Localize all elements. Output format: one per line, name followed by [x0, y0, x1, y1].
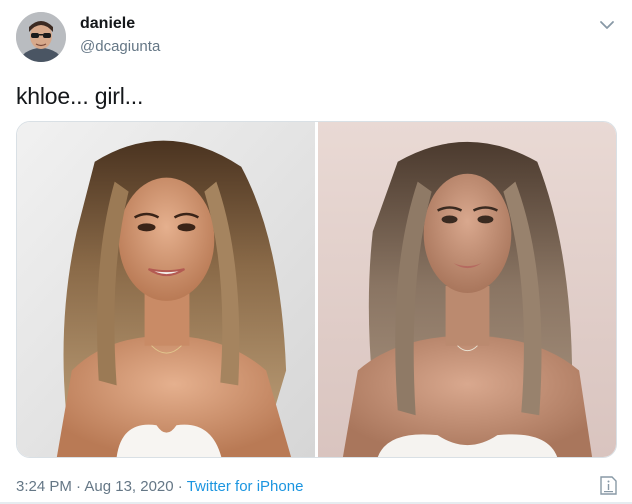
tweet-timestamp[interactable]: 3:24 PM · Aug 13, 2020 [16, 478, 174, 495]
chevron-down-icon[interactable] [596, 14, 618, 36]
media-photo-left[interactable] [17, 122, 315, 457]
tweet-media [16, 121, 617, 458]
avatar[interactable] [16, 12, 66, 62]
media-photo-right[interactable] [318, 122, 616, 457]
user-handle[interactable]: @dcagiunta [80, 38, 160, 55]
tweet-text: khloe... girl... [16, 83, 144, 109]
tweet-source-link[interactable]: Twitter for iPhone [187, 478, 304, 495]
display-name[interactable]: daniele [80, 15, 135, 33]
tweet-meta: 3:24 PM · Aug 13, 2020 · Twitter for iPh… [16, 478, 303, 495]
tweet-info-icon[interactable] [598, 475, 618, 497]
tweet-card: daniele @dcagiunta khloe... girl... 3:24… [0, 0, 632, 504]
meta-separator: · [173, 478, 187, 495]
